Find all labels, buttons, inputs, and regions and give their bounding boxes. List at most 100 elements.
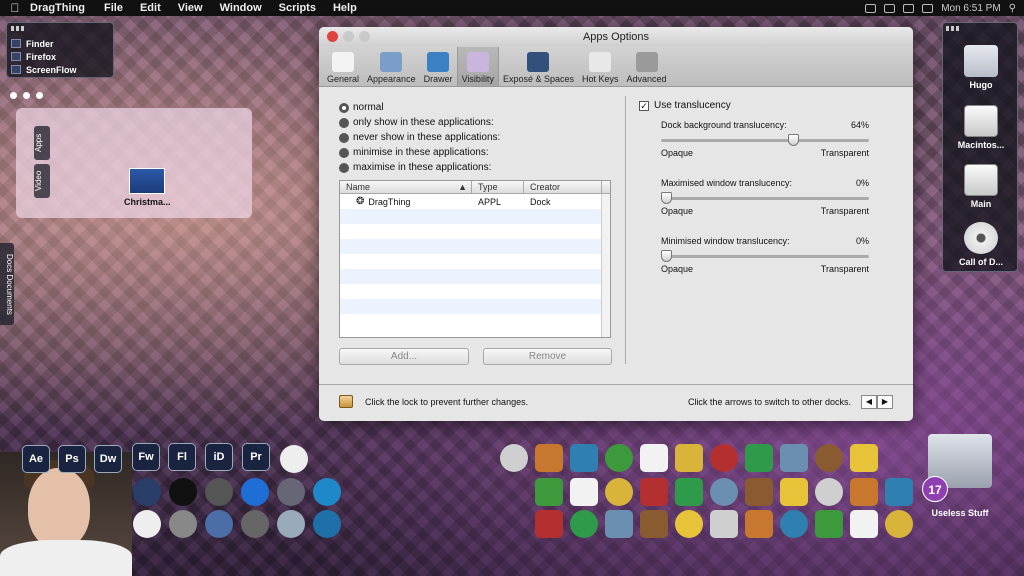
toolbar-appearance[interactable]: Appearance <box>363 46 420 86</box>
dock-app-icon[interactable] <box>850 478 878 506</box>
lock-icon[interactable] <box>339 395 353 408</box>
dock-app-icon[interactable] <box>675 444 703 472</box>
dock-app-icon[interactable] <box>745 510 773 538</box>
dock-app-icon[interactable] <box>535 510 563 538</box>
drawer-item[interactable]: Christma... <box>124 168 171 207</box>
radio-option[interactable]: minimise in these applications: <box>339 145 500 160</box>
dock-app-icon[interactable] <box>710 444 738 472</box>
dock-app-icon[interactable] <box>710 510 738 538</box>
battery-icon[interactable] <box>922 3 934 13</box>
menu-help[interactable]: Help <box>333 2 357 14</box>
radio-button-icon[interactable] <box>339 147 349 158</box>
dock-app-icon[interactable] <box>675 478 703 506</box>
column-name[interactable]: Name ▲ <box>340 181 472 193</box>
right-dock-item-macintosh[interactable]: Macintos... <box>943 105 1019 150</box>
clock[interactable]: Mon 6:51 PM <box>941 3 1000 14</box>
radio-option[interactable]: normal <box>339 100 500 115</box>
app-icon[interactable] <box>277 478 305 506</box>
dock-app-icon[interactable] <box>710 478 738 506</box>
drawer-tab-apps[interactable]: Apps <box>34 126 50 160</box>
slider-knob[interactable] <box>661 192 672 204</box>
imovie-icon[interactable] <box>133 478 161 506</box>
menu-window[interactable]: Window <box>220 2 262 14</box>
adobe-fl-icon[interactable]: Fl <box>168 443 196 471</box>
toolbar-hot-keys[interactable]: Hot Keys <box>578 46 623 86</box>
toolbar-expos-spaces[interactable]: Exposé & Spaces <box>499 46 578 86</box>
table-scrollbar[interactable] <box>601 194 610 337</box>
close-button[interactable] <box>327 31 338 42</box>
adobe-id-icon[interactable]: iD <box>205 443 233 471</box>
dock-app-icon[interactable] <box>885 478 913 506</box>
dock-app-icon[interactable] <box>605 444 633 472</box>
adobe-pr-icon[interactable]: Pr <box>242 443 270 471</box>
adobe-fw-icon[interactable]: Fw <box>132 443 160 471</box>
menu-edit[interactable]: Edit <box>140 2 161 14</box>
menu-file[interactable]: File <box>104 2 123 14</box>
creative-cloud-icon[interactable] <box>280 445 308 473</box>
dock-grip-icon[interactable] <box>946 26 959 31</box>
terminal-icon[interactable] <box>169 478 197 506</box>
app-icon[interactable] <box>313 510 341 538</box>
dock-app-icon[interactable] <box>815 510 843 538</box>
dock-item-firefox[interactable]: Firefox <box>11 50 109 63</box>
dock-app-icon[interactable] <box>570 510 598 538</box>
dock-app-icon[interactable] <box>850 510 878 538</box>
right-dock-item-callofduty[interactable]: Call of D... <box>943 222 1019 267</box>
right-dock-item-main[interactable]: Main <box>943 164 1019 209</box>
slider-track[interactable] <box>661 250 869 262</box>
dock-app-icon[interactable] <box>745 444 773 472</box>
dock-app-icon[interactable] <box>605 478 633 506</box>
radio-button-icon[interactable] <box>339 162 349 173</box>
dock-app-icon[interactable] <box>745 478 773 506</box>
dock-item-finder[interactable]: Finder <box>11 37 109 50</box>
apple-menu-icon[interactable]:  <box>0 1 30 15</box>
toolbar-visibility[interactable]: Visibility <box>456 46 499 86</box>
adobe-ae-icon[interactable]: Ae <box>22 445 50 473</box>
skype-icon[interactable] <box>241 478 269 506</box>
toolbar-drawer[interactable]: Drawer <box>420 46 457 86</box>
toolbar-advanced[interactable]: Advanced <box>623 46 671 86</box>
slider-knob[interactable] <box>661 250 672 262</box>
dock-grip-icon[interactable] <box>11 26 24 31</box>
radio-button-icon[interactable] <box>339 132 349 143</box>
toolbar-general[interactable]: General <box>323 46 363 86</box>
radio-option[interactable]: maximise in these applications: <box>339 160 500 175</box>
dock-app-icon[interactable] <box>500 444 528 472</box>
menu-scripts[interactable]: Scripts <box>279 2 316 14</box>
radio-button-icon[interactable] <box>339 117 349 128</box>
app-menu[interactable]: DragThing <box>30 2 85 14</box>
adobe-ps-icon[interactable]: Ps <box>58 445 86 473</box>
dock-app-icon[interactable] <box>780 510 808 538</box>
right-dock-item-hugo[interactable]: Hugo <box>943 45 1019 90</box>
dock-app-icon[interactable] <box>850 444 878 472</box>
side-tab-documents[interactable]: Docs Documents <box>0 243 14 325</box>
window-titlebar[interactable]: Apps Options <box>319 27 913 47</box>
adobe-dw-icon[interactable]: Dw <box>94 445 122 473</box>
dock-app-icon[interactable] <box>640 510 668 538</box>
dock-app-icon[interactable] <box>605 510 633 538</box>
app-icon[interactable] <box>205 510 233 538</box>
dock-app-icon[interactable] <box>640 478 668 506</box>
previous-dock-button[interactable]: ◀ <box>861 395 877 409</box>
volume-icon[interactable] <box>903 3 915 13</box>
add-button[interactable]: Add... <box>339 348 469 365</box>
radio-button-icon[interactable] <box>339 102 349 113</box>
aperture-icon[interactable] <box>205 478 233 506</box>
column-creator[interactable]: Creator <box>524 181 602 193</box>
wifi-icon[interactable] <box>884 3 896 13</box>
dock-app-icon[interactable] <box>675 510 703 538</box>
dock-handle-dots[interactable] <box>10 92 43 99</box>
preview-icon[interactable] <box>277 510 305 538</box>
radio-option[interactable]: never show in these applications: <box>339 130 500 145</box>
next-dock-button[interactable]: ▶ <box>877 395 893 409</box>
dock-app-icon[interactable] <box>885 510 913 538</box>
table-row[interactable]: ❂ DragThing APPL Dock <box>340 194 610 209</box>
dock-app-icon[interactable] <box>780 444 808 472</box>
app-icon[interactable] <box>169 510 197 538</box>
minimize-button[interactable] <box>343 31 354 42</box>
use-translucency-checkbox[interactable]: ✓ Use translucency <box>639 100 731 111</box>
dock-app-icon[interactable] <box>640 444 668 472</box>
dock-app-icon[interactable] <box>780 478 808 506</box>
checkbox-checked-icon[interactable]: ✓ <box>639 100 649 111</box>
dock-app-icon[interactable] <box>535 444 563 472</box>
